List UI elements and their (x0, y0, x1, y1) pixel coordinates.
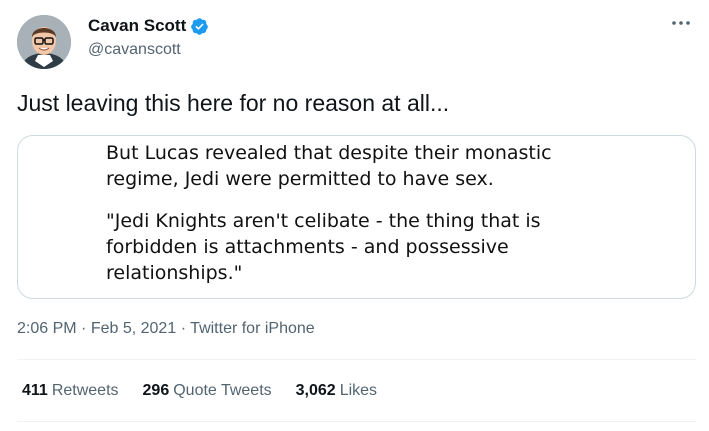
image-line: regime, Jedi were permitted to have sex. (106, 168, 494, 190)
image-line: relationships." (106, 262, 243, 284)
quote-tweets-count: 296 (142, 382, 170, 399)
avatar[interactable] (17, 15, 71, 69)
tweet-date[interactable]: Feb 5, 2021 (91, 320, 176, 337)
image-line: But Lucas revealed that despite their mo… (106, 142, 552, 164)
separator-dot: · (180, 320, 187, 337)
retweets-stat[interactable]: 411 Retweets (22, 382, 119, 400)
display-name-row: Cavan Scott (88, 14, 209, 38)
likes-label: Likes (339, 382, 378, 399)
profile-photo-icon (17, 15, 71, 69)
tweet-time[interactable]: 2:06 PM (17, 320, 77, 337)
quote-tweets-label: Quote Tweets (173, 382, 272, 399)
attached-image[interactable]: But Lucas revealed that despite their mo… (17, 135, 696, 299)
image-text: But Lucas revealed that despite their mo… (106, 140, 552, 286)
likes-count: 3,062 (295, 382, 336, 399)
image-paragraph-2: "Jedi Knights aren't celibate - the thin… (106, 208, 552, 286)
divider (17, 421, 696, 422)
quote-tweets-stat[interactable]: 296 Quote Tweets (143, 382, 272, 400)
engagement-stats: 411 Retweets 296 Quote Tweets 3,062 Likes (22, 382, 377, 400)
verified-badge-icon (190, 17, 209, 36)
separator-dot: · (81, 320, 87, 337)
likes-stat[interactable]: 3,062 Likes (296, 382, 377, 400)
timestamp-row: 2:06 PM · Feb 5, 2021 · Twitter for iPho… (17, 320, 315, 338)
tweet-source[interactable]: Twitter for iPhone (190, 320, 315, 337)
handle[interactable]: @cavanscott (88, 41, 209, 59)
more-horizontal-icon[interactable] (667, 12, 695, 34)
display-name[interactable]: Cavan Scott (88, 16, 186, 36)
image-paragraph-1: But Lucas revealed that despite their mo… (106, 140, 552, 192)
author-block: Cavan Scott @cavanscott (88, 14, 209, 59)
image-line: forbidden is attachments - and possessiv… (106, 236, 509, 258)
tweet-text: Just leaving this here for no reason at … (17, 90, 450, 116)
image-line: "Jedi Knights aren't celibate - the thin… (106, 210, 541, 232)
retweets-label: Retweets (51, 382, 119, 399)
divider (17, 359, 696, 360)
retweets-count: 411 (22, 382, 48, 399)
